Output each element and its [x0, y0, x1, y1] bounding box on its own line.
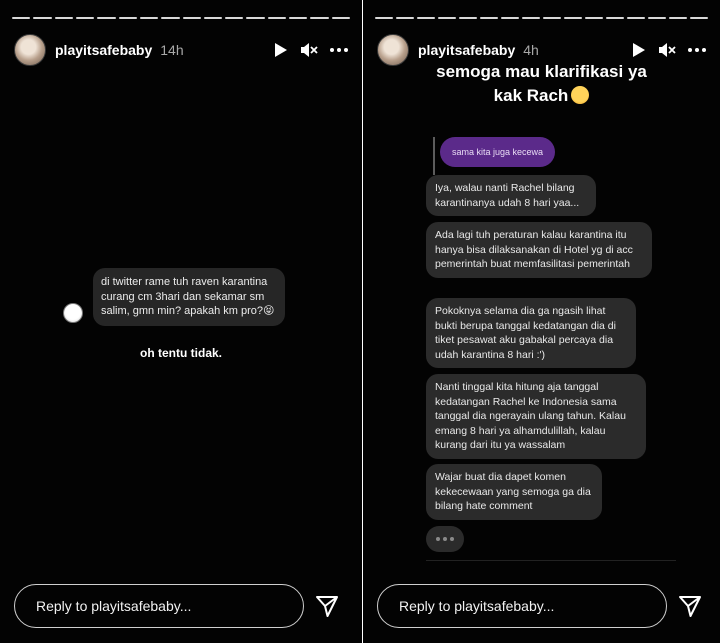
question-sender-avatar	[63, 303, 83, 323]
progress-segment	[501, 17, 519, 19]
progress-segment	[310, 17, 329, 19]
progress-segment	[139, 17, 159, 19]
chat-message: Iya, walau nanti Rachel bilang karantina…	[426, 175, 596, 216]
progress-segment	[690, 17, 708, 19]
typing-indicator	[426, 526, 464, 552]
speaker-muted-icon[interactable]	[658, 42, 676, 58]
question-bubble: di twitter rame tuh raven karantina cura…	[93, 268, 285, 326]
progress-segment	[438, 17, 456, 19]
play-icon[interactable]	[274, 42, 288, 58]
story-time: 4h	[523, 42, 539, 58]
caption-line-2-text: kak Rach	[493, 86, 569, 105]
reply-input[interactable]: Reply to playitsafebaby...	[14, 584, 304, 628]
username[interactable]: playitsafebaby	[418, 42, 515, 58]
progress-segment	[267, 17, 287, 19]
progress-segment	[203, 17, 223, 19]
progress-segment	[12, 17, 31, 19]
header-controls	[274, 42, 348, 58]
reply-composer: Reply to playitsafebaby...	[377, 584, 701, 628]
quote-bar	[433, 137, 435, 175]
play-icon[interactable]	[632, 42, 646, 58]
send-icon[interactable]	[314, 593, 340, 624]
progress-segment	[33, 17, 52, 19]
progress-segment	[331, 17, 350, 19]
answer-text: oh tentu tidak.	[140, 346, 222, 360]
story-header: playitsafebaby 14h	[14, 32, 348, 68]
smiling-hearts-emoji-icon	[571, 86, 590, 104]
chat-message: Ada lagi tuh peraturan kalau karantina i…	[426, 222, 652, 278]
progress-segment	[543, 17, 561, 19]
progress-segment	[606, 17, 624, 19]
caption-line-2: kak Rach	[363, 84, 720, 108]
progress-segment	[459, 17, 477, 19]
progress-segment	[225, 17, 244, 19]
progress-segment	[246, 17, 265, 19]
username[interactable]: playitsafebaby	[55, 42, 152, 58]
more-icon[interactable]	[688, 48, 706, 52]
story-progress-bar	[375, 17, 708, 19]
chat-message: Nanti tinggal kita hitung aja tanggal ke…	[426, 374, 646, 459]
progress-segment	[161, 17, 180, 19]
progress-segment	[118, 17, 137, 19]
story-panel-left: playitsafebaby 14h di twitter rame tuh r…	[0, 0, 362, 643]
progress-segment	[289, 17, 308, 19]
progress-segment	[585, 17, 603, 19]
story-progress-bar	[12, 17, 350, 19]
progress-segment	[522, 17, 540, 19]
progress-segment	[417, 17, 435, 19]
typing-dot	[436, 537, 440, 541]
speaker-muted-icon[interactable]	[300, 42, 318, 58]
reply-placeholder: Reply to playitsafebaby...	[36, 598, 192, 614]
story-time: 14h	[160, 42, 184, 58]
header-controls	[632, 42, 706, 58]
story-caption: semoga mau klarifikasi ya kak Rach	[363, 60, 720, 108]
progress-segment	[564, 17, 582, 19]
typing-dot	[443, 537, 447, 541]
typing-dot	[450, 537, 454, 541]
quoted-message-bubble: sama kita juga kecewa	[440, 137, 556, 167]
chat-screenshot: sama kita juga kecewa Iya, walau nanti R…	[426, 130, 676, 561]
progress-segment	[97, 17, 116, 19]
story-panel-right: playitsafebaby 4h semoga mau klarifikasi…	[363, 0, 720, 643]
progress-segment	[375, 17, 393, 19]
chat-message: Wajar buat dia dapet komen kekecewaan ya…	[426, 464, 602, 520]
more-icon[interactable]	[330, 48, 348, 52]
progress-segment	[480, 17, 498, 19]
progress-segment	[648, 17, 666, 19]
reply-input[interactable]: Reply to playitsafebaby...	[377, 584, 667, 628]
send-icon[interactable]	[677, 593, 703, 624]
chat-message: Pokoknya selama dia ga ngasih lihat bukt…	[426, 298, 636, 368]
question-text: di twitter rame tuh raven karantina cura…	[101, 276, 268, 317]
question-emoji: 😝	[263, 305, 275, 317]
progress-segment	[54, 17, 73, 19]
progress-segment	[75, 17, 95, 19]
avatar[interactable]	[14, 34, 46, 66]
divider	[426, 560, 676, 561]
caption-line-1: semoga mau klarifikasi ya	[436, 62, 647, 81]
progress-segment	[669, 17, 687, 19]
reply-composer: Reply to playitsafebaby...	[14, 584, 338, 628]
progress-segment	[396, 17, 414, 19]
reply-placeholder: Reply to playitsafebaby...	[399, 598, 555, 614]
progress-segment	[182, 17, 201, 19]
progress-segment	[627, 17, 645, 19]
